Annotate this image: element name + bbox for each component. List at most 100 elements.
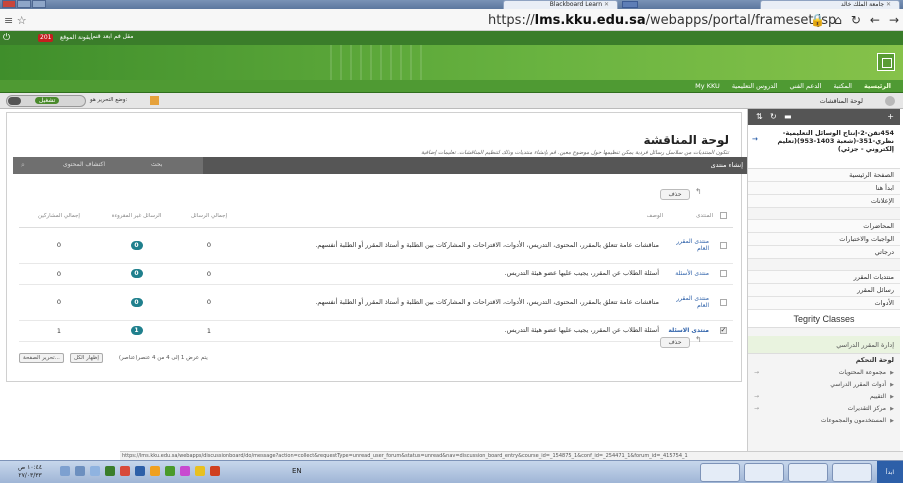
ie-taskbar-icon[interactable] xyxy=(832,463,872,482)
forum-name-link[interactable]: منتدى المقرر العام xyxy=(663,227,713,264)
kku-logo-icon[interactable] xyxy=(877,53,895,71)
add-menu-item-icon[interactable]: + xyxy=(887,112,894,121)
delete-button-top[interactable]: حذف xyxy=(660,189,690,200)
sidebar-item-forums[interactable]: منتديات المقرر xyxy=(748,271,900,284)
row-checkbox[interactable] xyxy=(719,241,727,249)
total-posts-header[interactable]: إجمالي الرسائل xyxy=(174,205,244,228)
taskbar-clock[interactable]: ١٠:٤٤ ص ٢٧/٠٣/٣٣ xyxy=(18,464,42,480)
bookmark-item[interactable]: مقل فم ابعد قنم xyxy=(92,33,133,40)
nav-item-mykku[interactable]: My KKU xyxy=(695,82,720,90)
new-tab-button[interactable] xyxy=(622,1,638,8)
language-indicator[interactable]: EN xyxy=(292,467,302,475)
sidebar-item-messages[interactable]: رسائل المقرر xyxy=(748,284,900,297)
nav-item-library[interactable]: المكتبة xyxy=(833,82,852,90)
tray-app-icon[interactable] xyxy=(120,466,130,476)
paging-info: يتم عرض 1 إلى 4 من 4 عنصر(عناصر) xyxy=(118,355,208,361)
edit-mode-toggle[interactable]: تشغيل xyxy=(6,95,86,107)
tray-app-icon[interactable] xyxy=(210,466,220,476)
explorer-taskbar-icon[interactable] xyxy=(788,463,828,482)
unread-header[interactable]: الرسائل غير المقروءة xyxy=(99,205,174,228)
forum-name-link[interactable]: منتدى الأسئلة xyxy=(663,263,713,285)
sidebar-item-assignments[interactable]: الواجبات والاختبارات xyxy=(748,233,900,246)
table-row: منتدى المقرر العام مناقشات عامة تتعلق با… xyxy=(19,284,733,321)
magnifier-icon[interactable]: ⌕ xyxy=(21,161,25,170)
tab-blackboard[interactable]: ✕ Blackboard Learn xyxy=(503,0,618,9)
tray-app-icon[interactable] xyxy=(165,466,175,476)
row-checkbox[interactable] xyxy=(719,298,727,306)
sidebar-item-lectures[interactable]: المحاضرات xyxy=(748,220,900,233)
create-forum-button[interactable]: إنشاء منتدى xyxy=(711,161,743,169)
notification-badge[interactable]: 201 xyxy=(38,34,54,42)
participants-value: 0 xyxy=(19,227,99,264)
restore-window-button[interactable] xyxy=(17,0,31,8)
refresh-icon[interactable]: ↻ xyxy=(851,13,861,27)
unread-badge[interactable]: 1 xyxy=(130,326,143,335)
tab-kku[interactable]: ✕ جامعة الملك خالد xyxy=(760,0,900,9)
nav-item-tutorials[interactable]: الدروس التعليمية xyxy=(732,82,778,90)
menu-icon[interactable]: ≡ ☆ xyxy=(4,14,27,27)
cp-item-course-tools[interactable]: ▶ أدوات المقرر الدراسي xyxy=(748,379,900,391)
back-icon[interactable]: ← xyxy=(870,13,880,27)
search-button[interactable]: بحث xyxy=(151,161,162,168)
course-link-arrow-icon[interactable]: → xyxy=(752,135,758,143)
delete-button-bottom[interactable]: حذف xyxy=(660,337,690,348)
sidebar-item-tools[interactable]: الأدوات xyxy=(748,297,900,310)
close-tab-icon[interactable]: ✕ xyxy=(604,1,609,8)
control-panel-header[interactable]: لوحة التحكم xyxy=(748,354,900,367)
cp-item-evaluation[interactable]: ▶ التقييم → xyxy=(748,391,900,403)
tray-app-icon[interactable] xyxy=(195,466,205,476)
tray-app-icon[interactable] xyxy=(105,466,115,476)
cp-item-label: مجموعة المحتويات xyxy=(838,369,886,376)
forum-name-link[interactable]: منتدى المقرر العام xyxy=(663,284,713,321)
forum-description: أسئلة الطلاب عن المقرر، يجيب عليها عضو ه… xyxy=(244,320,663,342)
sidebar-item-tegrity[interactable]: Tegrity Classes xyxy=(748,310,900,328)
power-icon[interactable]: ⏻ xyxy=(3,33,10,43)
refresh-menu-icon[interactable]: ↻ xyxy=(770,112,777,121)
forward-icon[interactable]: → xyxy=(889,13,899,27)
url-field[interactable]: https://lms.kku.edu.sa/webapps/portal/fr… xyxy=(488,13,836,28)
home-icon[interactable]: ⌂ xyxy=(834,13,842,27)
chrome-taskbar-icon[interactable] xyxy=(744,463,784,482)
unread-badge[interactable]: 0 xyxy=(130,297,143,307)
tray-app-icon[interactable] xyxy=(150,466,160,476)
close-window-button[interactable] xyxy=(2,0,16,8)
cp-item-content-collection[interactable]: ▶ مجموعة المحتويات → xyxy=(748,367,900,379)
discover-content-button[interactable]: اكتشاف المحتوى xyxy=(63,161,105,168)
participants-header[interactable]: إجمالي المشاركين xyxy=(19,205,99,228)
breadcrumb-title[interactable]: لوحة المناقشات xyxy=(820,97,863,105)
network-icon[interactable] xyxy=(60,466,70,476)
help-flag-icon[interactable] xyxy=(150,96,159,105)
sidebar-item-my-grades[interactable]: درجاتي xyxy=(748,246,900,259)
nav-item-support[interactable]: الدعم الفني xyxy=(790,82,822,90)
sidebar-item-announcements[interactable]: الإعلانات xyxy=(748,195,900,208)
unread-badge[interactable]: 0 xyxy=(130,269,143,278)
tray-app-icon[interactable] xyxy=(180,466,190,476)
show-all-button[interactable]: إظهار الكل xyxy=(69,353,103,363)
total-posts-value: 1 xyxy=(174,320,244,342)
flag-icon[interactable] xyxy=(90,466,100,476)
description-header[interactable]: الوصف xyxy=(244,205,663,228)
close-tab-icon[interactable]: ✕ xyxy=(886,1,891,8)
clock-date: ٢٧/٠٣/٣٣ xyxy=(18,472,42,479)
minimize-window-button[interactable] xyxy=(32,0,46,8)
nav-item-home[interactable]: الرئيسية xyxy=(864,82,891,90)
cp-item-grade-center[interactable]: ▶ مركز التقديرات → xyxy=(748,403,900,415)
bookmark-label[interactable]: أيقونة الموقع xyxy=(60,34,92,41)
breadcrumb-home-icon[interactable] xyxy=(885,96,895,106)
row-checkbox[interactable] xyxy=(719,326,727,334)
display-icon[interactable]: ▬ xyxy=(784,112,792,121)
word-taskbar-icon[interactable] xyxy=(700,463,740,482)
sidebar-item-home[interactable]: الصفحة الرئيسية xyxy=(748,169,900,182)
start-button[interactable]: ابدأ xyxy=(877,461,903,483)
course-title[interactable]: 454تقن-2-إنتاج الوسائل التعليمية-نظري-35… xyxy=(748,125,900,169)
tray-app-icon[interactable] xyxy=(135,466,145,476)
edit-paging-button[interactable]: تحرير الصفحة... xyxy=(19,353,64,363)
sidebar-item-start-here[interactable]: ابدأ هنا xyxy=(748,182,900,195)
volume-icon[interactable] xyxy=(75,466,85,476)
row-checkbox[interactable] xyxy=(719,270,727,277)
select-all-checkbox[interactable] xyxy=(719,212,727,220)
forum-header[interactable]: المنتدى xyxy=(663,205,713,228)
sort-icon[interactable]: ⇅ xyxy=(756,112,763,121)
unread-badge[interactable]: 0 xyxy=(130,240,143,250)
cp-item-users-groups[interactable]: ▶ المستخدمون والمجموعات xyxy=(748,415,900,427)
